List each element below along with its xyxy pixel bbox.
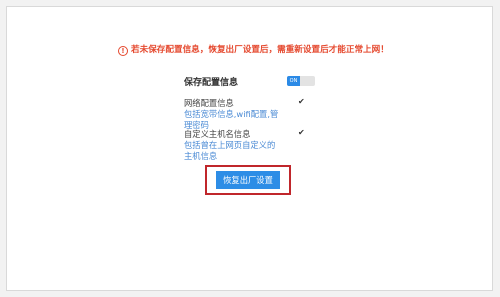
hostname-desc: 包括曾在上网页自定义的 主机信息 <box>184 140 275 162</box>
hostname-desc-line2: 主机信息 <box>184 151 218 161</box>
restore-factory-button[interactable]: 恢复出厂设置 <box>216 171 280 189</box>
network-config-label: 网络配置信息 <box>184 98 234 108</box>
warning-message: ! 若未保存配置信息，恢复出厂设置后，需重新设置后才能正常上网！ <box>118 43 389 56</box>
warning-text: 若未保存配置信息，恢复出厂设置后，需重新设置后才能正常上网！ <box>131 45 389 55</box>
network-config-desc-line1: 包括宽带信息,wifi配置,管 <box>184 109 279 119</box>
toggle-on-indicator: ON <box>287 76 300 86</box>
save-config-toggle[interactable]: ON <box>287 76 315 86</box>
network-config-checkbox[interactable]: ✔ <box>298 98 305 106</box>
info-circle-icon: ! <box>118 46 128 56</box>
hostname-checkbox[interactable]: ✔ <box>298 129 305 137</box>
hostname-label: 自定义主机名信息 <box>184 129 251 139</box>
save-config-label: 保存配置信息 <box>184 78 239 88</box>
hostname-desc-line1: 包括曾在上网页自定义的 <box>184 140 276 150</box>
